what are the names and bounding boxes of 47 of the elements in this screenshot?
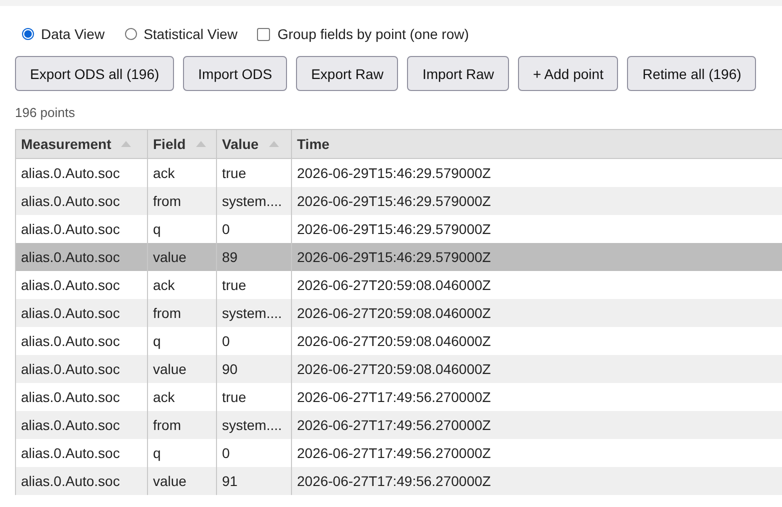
toolbar-button[interactable]: Import Raw bbox=[407, 56, 510, 91]
group-fields-checkbox[interactable]: Group fields by point (one row) bbox=[257, 26, 469, 42]
table-cell: alias.0.Auto.soc bbox=[16, 187, 148, 215]
column-header[interactable]: Time bbox=[292, 130, 782, 158]
table-row[interactable]: alias.0.Auto.soc from system.... 2026-06-29T15:46:29.579000Z bbox=[16, 187, 782, 215]
table-cell: 2026-06-27T20:59:08.046000Z bbox=[292, 355, 782, 383]
table-cell: alias.0.Auto.soc bbox=[16, 243, 148, 271]
table-cell: 2026-06-27T20:59:08.046000Z bbox=[292, 299, 782, 327]
table-cell: alias.0.Auto.soc bbox=[16, 411, 148, 439]
column-header[interactable]: Measurement bbox=[16, 130, 148, 158]
table-cell: alias.0.Auto.soc bbox=[16, 299, 148, 327]
table-cell: 91 bbox=[216, 467, 292, 495]
checkbox-icon[interactable] bbox=[257, 28, 270, 40]
table-cell: value bbox=[148, 355, 216, 383]
table-cell: 2026-06-29T15:46:29.579000Z bbox=[292, 187, 782, 215]
table-cell: 2026-06-27T17:49:56.270000Z bbox=[292, 467, 782, 495]
toolbar-button[interactable]: Export ODS all (196) bbox=[15, 56, 174, 91]
point-count: 196 points bbox=[15, 105, 76, 122]
view-radio[interactable]: Data View bbox=[22, 26, 105, 42]
column-header[interactable]: Field bbox=[148, 130, 216, 158]
radio-icon[interactable] bbox=[124, 28, 137, 40]
table-cell: value bbox=[148, 243, 216, 271]
toolbar-button[interactable]: Export Raw bbox=[296, 56, 398, 91]
table-cell: 2026-06-29T15:46:29.579000Z bbox=[292, 243, 782, 271]
toolbar-button[interactable]: Import ODS bbox=[183, 56, 288, 91]
table-cell: value bbox=[148, 467, 216, 495]
table-cell: system.... bbox=[216, 299, 292, 327]
radio-icon[interactable] bbox=[22, 28, 34, 40]
toolbar-button[interactable]: + Add point bbox=[518, 56, 618, 91]
view-radio[interactable]: Statistical View bbox=[124, 26, 238, 42]
table-cell: alias.0.Auto.soc bbox=[16, 355, 148, 383]
table-row[interactable]: alias.0.Auto.soc value 89 2026-06-29T15:46:29.579000Z bbox=[16, 243, 782, 271]
table-cell: from bbox=[148, 187, 216, 215]
table-row[interactable]: alias.0.Auto.soc from system.... 2026-06-27T20:59:08.046000Z bbox=[16, 299, 782, 327]
table-cell: system.... bbox=[216, 411, 292, 439]
table-cell: 90 bbox=[216, 355, 292, 383]
column-header[interactable]: Value bbox=[216, 130, 292, 158]
table-cell: 2026-06-27T17:49:56.270000Z bbox=[292, 411, 782, 439]
table-cell: from bbox=[148, 411, 216, 439]
table-row[interactable]: alias.0.Auto.soc from system.... 2026-06-27T17:49:56.270000Z bbox=[16, 411, 782, 439]
table-cell: 89 bbox=[216, 243, 292, 271]
table-row[interactable]: alias.0.Auto.soc value 91 2026-06-27T17:49:56.270000Z bbox=[16, 467, 782, 495]
table-cell: system.... bbox=[216, 187, 292, 215]
table-row[interactable]: alias.0.Auto.soc value 90 2026-06-27T20:59:08.046000Z bbox=[16, 355, 782, 383]
table-cell: from bbox=[148, 299, 216, 327]
toolbar-button[interactable]: Retime all (196) bbox=[627, 56, 756, 91]
table-cell: alias.0.Auto.soc bbox=[16, 467, 148, 495]
